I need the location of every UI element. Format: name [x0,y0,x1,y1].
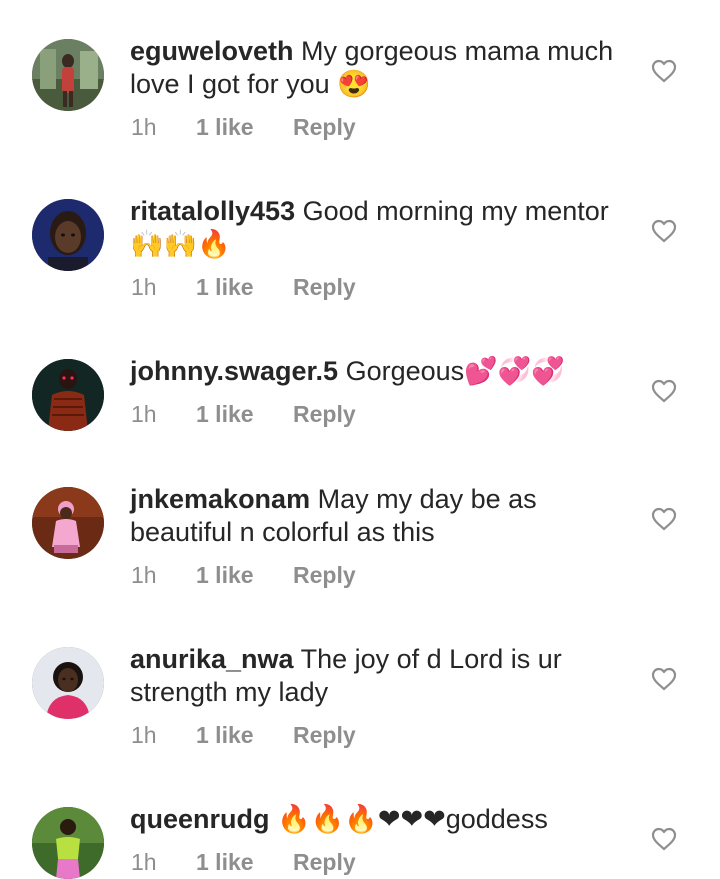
likes-count[interactable]: 1 like [196,398,254,431]
comment-meta: 1h 1 like Reply [130,398,630,431]
comment-text-line-1: johnny.swager.5 Gorgeous💕💞💞 [130,356,566,386]
heart-outline-icon[interactable] [651,379,677,403]
reply-button[interactable]: Reply [293,846,356,879]
timestamp: 1h [131,114,157,140]
heart-outline-icon[interactable] [651,59,677,83]
comment-text-line-1: jnkemakonam May my day be as [130,484,537,514]
comment-text-line-2: 🙌🙌🔥 [130,229,231,259]
avatar[interactable] [32,487,104,559]
avatar-image [32,199,104,271]
heart-outline-icon[interactable] [651,827,677,851]
comment-text-line-2: beautiful n colorful as this [130,517,435,547]
username-link[interactable]: anurika_nwa [130,644,294,674]
username-link[interactable]: eguweloveth [130,36,294,66]
timestamp: 1h [131,401,157,427]
comment-text-line-1: queenrudg 🔥🔥🔥❤❤❤goddess [130,804,548,834]
avatar[interactable] [32,807,104,879]
comment-text-line-2: love I got for you 😍 [130,69,371,99]
likes-count[interactable]: 1 like [196,719,254,752]
reply-button[interactable]: Reply [293,559,356,592]
heart-outline-icon[interactable] [651,219,677,243]
comment-meta: 1h 1 like Reply [130,719,630,752]
likes-count[interactable]: 1 like [196,271,254,304]
reply-button[interactable]: Reply [293,719,356,752]
comment-meta: 1h 1 like Reply [130,846,630,879]
avatar[interactable] [32,39,104,111]
heart-outline-icon[interactable] [651,667,677,691]
username-link[interactable]: ritatalolly453 [130,196,295,226]
avatar-image [32,39,104,111]
avatar-image [32,359,104,431]
avatar-image [32,487,104,559]
likes-count[interactable]: 1 like [196,846,254,879]
username-link[interactable]: queenrudg [130,804,270,834]
comment-text-line-1: eguweloveth My gorgeous mama much [130,36,614,66]
timestamp: 1h [131,274,157,300]
heart-outline-icon[interactable] [651,507,677,531]
avatar-image [32,807,104,879]
timestamp: 1h [131,562,157,588]
avatar-image [32,647,104,719]
reply-button[interactable]: Reply [293,271,356,304]
comment-text-line-1: ritatalolly453 Good morning my mentor [130,196,609,226]
username-link[interactable]: jnkemakonam [130,484,310,514]
comment-meta: 1h 1 like Reply [130,111,630,144]
comment-meta: 1h 1 like Reply [130,271,630,304]
comment-text-line-2: strength my lady [130,677,329,707]
reply-button[interactable]: Reply [293,111,356,144]
avatar[interactable] [32,359,104,431]
username-link[interactable]: johnny.swager.5 [130,356,338,386]
timestamp: 1h [131,849,157,875]
likes-count[interactable]: 1 like [196,111,254,144]
reply-button[interactable]: Reply [293,398,356,431]
avatar[interactable] [32,647,104,719]
comment-meta: 1h 1 like Reply [130,559,630,592]
likes-count[interactable]: 1 like [196,559,254,592]
avatar[interactable] [32,199,104,271]
timestamp: 1h [131,722,157,748]
comment-text-line-1: anurika_nwa The joy of d Lord is ur [130,644,562,674]
